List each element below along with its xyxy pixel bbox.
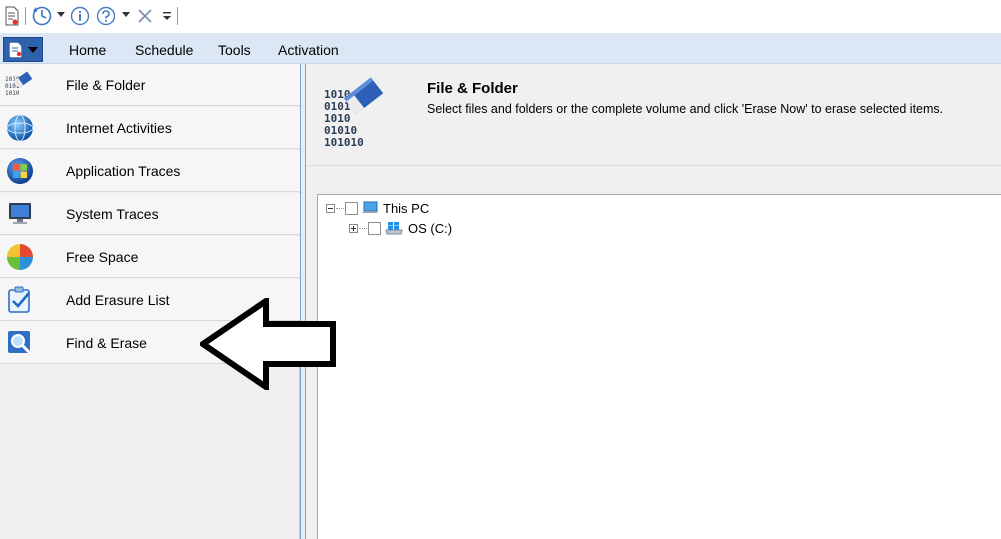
pie-chart-icon bbox=[7, 244, 33, 270]
nav-item-internet-activities[interactable]: Internet Activities bbox=[0, 107, 300, 149]
page-description: Select files and folders or the complete… bbox=[427, 102, 944, 116]
chevron-down-icon bbox=[28, 46, 38, 53]
magnifier-icon bbox=[8, 331, 32, 355]
svg-text:101010: 101010 bbox=[324, 136, 364, 149]
close-icon[interactable] bbox=[136, 5, 154, 27]
tree-node-this-pc[interactable]: This PC bbox=[326, 199, 430, 217]
toolbar-separator bbox=[177, 7, 178, 25]
nav-item-free-space[interactable]: Free Space bbox=[0, 236, 300, 278]
tab-tools[interactable]: Tools bbox=[218, 42, 251, 58]
document-icon bbox=[9, 42, 22, 57]
computer-icon bbox=[362, 201, 378, 213]
nav-item-application-traces[interactable]: Application Traces bbox=[0, 150, 300, 192]
nav-item-label: File & Folder bbox=[66, 77, 146, 93]
page-title: File & Folder bbox=[427, 80, 518, 97]
checkbox[interactable] bbox=[345, 201, 358, 215]
content-pane: 1010 0101 1010 01010 101010 File & Folde… bbox=[306, 64, 1001, 539]
nav-item-label: Free Space bbox=[66, 249, 139, 265]
expand-toggle[interactable] bbox=[349, 223, 358, 233]
collapse-toggle[interactable] bbox=[326, 203, 335, 213]
nav-item-file-folder[interactable]: 1010 0101 1010 File & Folder bbox=[0, 64, 300, 106]
nav-item-label: Internet Activities bbox=[66, 120, 172, 136]
info-icon[interactable] bbox=[69, 5, 91, 27]
nav-item-system-traces[interactable]: System Traces bbox=[0, 193, 300, 235]
eraser-binary-icon: 1010 0101 1010 01010 101010 bbox=[324, 77, 384, 149]
nav-item-label: System Traces bbox=[66, 206, 159, 222]
tree-node-label: OS (C:) bbox=[408, 220, 453, 236]
ribbon-menu-bar: Home Schedule Tools Activation bbox=[0, 33, 1001, 64]
globe-icon bbox=[6, 114, 34, 142]
eraser-binary-icon: 1010 0101 1010 bbox=[5, 71, 33, 97]
svg-text:1010: 1010 bbox=[5, 90, 20, 97]
report-icon[interactable] bbox=[3, 5, 21, 27]
chevron-down-icon[interactable] bbox=[57, 12, 65, 17]
tab-activation[interactable]: Activation bbox=[278, 42, 339, 58]
monitor-icon bbox=[9, 203, 31, 224]
tab-schedule[interactable]: Schedule bbox=[135, 42, 193, 58]
tree-node-os-c[interactable]: OS (C:) bbox=[349, 219, 452, 237]
chevron-down-icon[interactable] bbox=[122, 12, 130, 17]
schedule-clock-icon[interactable] bbox=[30, 5, 54, 27]
checkbox[interactable] bbox=[368, 221, 381, 235]
windows-logo-icon bbox=[7, 158, 33, 184]
quick-access-toolbar bbox=[0, 0, 1001, 33]
app-menu-button[interactable] bbox=[3, 37, 43, 62]
help-icon[interactable] bbox=[95, 5, 117, 27]
annotation-arrow-icon bbox=[200, 298, 336, 390]
tree-node-label: This PC bbox=[383, 200, 430, 216]
file-tree[interactable]: This PC OS (C:) bbox=[317, 194, 1001, 539]
nav-item-label: Application Traces bbox=[66, 163, 181, 179]
toolbar-separator bbox=[25, 7, 26, 25]
content-header: 1010 0101 1010 01010 101010 File & Folde… bbox=[306, 64, 1001, 166]
checklist-icon bbox=[8, 286, 30, 313]
customize-toolbar-icon[interactable] bbox=[160, 5, 174, 27]
nav-item-label: Find & Erase bbox=[66, 335, 147, 351]
windows-drive-icon bbox=[385, 222, 403, 235]
tab-home[interactable]: Home bbox=[69, 42, 106, 58]
nav-item-label: Add Erasure List bbox=[66, 292, 170, 308]
